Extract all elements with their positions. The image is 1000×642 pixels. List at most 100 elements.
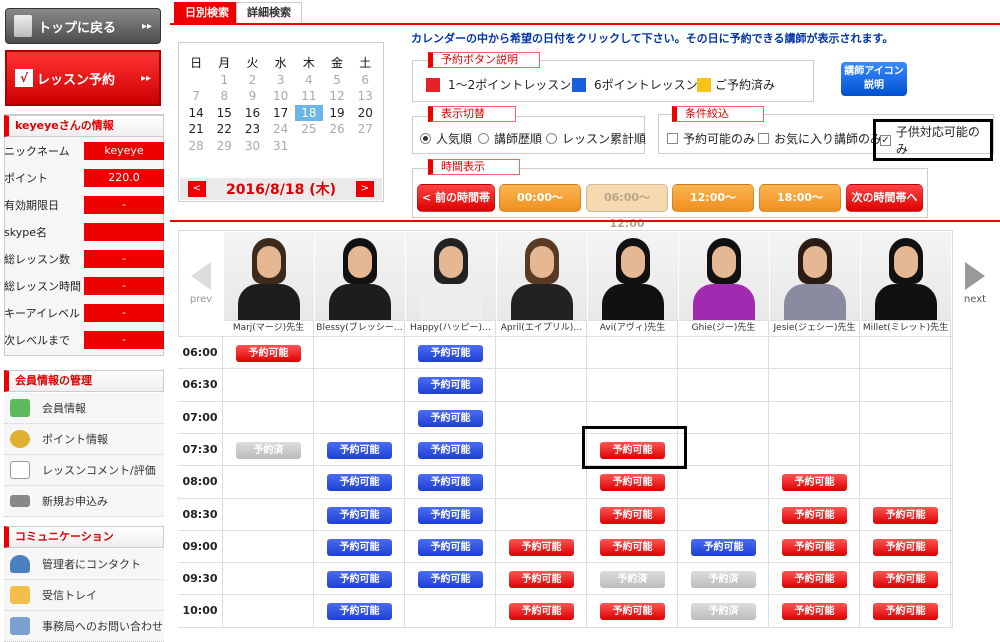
calendar-day[interactable]: 18	[294, 104, 323, 121]
reserve-button[interactable]: 予約可能	[873, 571, 938, 589]
teacher-photo[interactable]	[588, 232, 678, 320]
calendar-day[interactable]: 23	[238, 121, 266, 138]
reserve-button[interactable]: 予約可能	[873, 538, 938, 556]
reserve-button[interactable]: 予約可能	[509, 603, 574, 621]
reserve-button[interactable]: 予約可能	[600, 603, 665, 621]
sort-popular-radio[interactable]: 人気順	[420, 130, 472, 147]
calendar-day[interactable]: 22	[210, 121, 238, 138]
reserve-button[interactable]: 予約可能	[782, 571, 847, 589]
menu-inbox[interactable]: 受信トレイ	[4, 580, 164, 611]
filter-kids-only-checkbox[interactable]: ✓ 子供対応可能のみ	[873, 119, 993, 161]
menu-contact-admin[interactable]: 管理者にコンタクト	[4, 549, 164, 580]
reserve-button[interactable]: 予約可能	[782, 474, 847, 492]
teacher-card[interactable]: Millet(ミレット)先生	[861, 232, 951, 335]
menu-member-info[interactable]: 会員情報	[4, 393, 164, 424]
teacher-card[interactable]: Happy(ハッピー)…	[406, 232, 496, 335]
reserve-button[interactable]: 予約可能	[782, 603, 847, 621]
teacher-photo[interactable]	[406, 232, 496, 320]
teacher-photo[interactable]	[497, 232, 587, 320]
teacher-card[interactable]: April(エイプリル)…	[497, 232, 587, 335]
calendar-day[interactable]: 21	[182, 121, 210, 138]
calendar-day[interactable]: 16	[238, 105, 266, 122]
calendar-day[interactable]: 19	[323, 105, 351, 122]
teacher-name[interactable]: April(エイプリル)…	[497, 320, 586, 335]
timeslot-00-06-button[interactable]: 00:00～06:00	[499, 184, 581, 230]
reserve-button[interactable]: 予約可能	[600, 506, 665, 524]
reserve-button[interactable]: 予約可能	[327, 603, 392, 621]
teacher-name[interactable]: Marj(マージ)先生	[224, 320, 313, 335]
schedule-slot	[678, 498, 769, 530]
calendar-day[interactable]: 15	[210, 105, 238, 122]
teacher-name[interactable]: Millet(ミレット)先生	[861, 320, 950, 335]
teacher-photo[interactable]	[770, 232, 860, 320]
reserve-button[interactable]: 予約可能	[600, 538, 665, 556]
menu-office-inquiry[interactable]: 事務局へのお問い合わせ	[4, 611, 164, 642]
reserve-button[interactable]: 予約可能	[327, 538, 392, 556]
timeslot-06-12-button[interactable]: 06:00～12:00	[586, 184, 668, 230]
reserve-button[interactable]: 予約可能	[691, 538, 756, 556]
prev-timeslot-button[interactable]: < 前の時間帯へ	[417, 184, 495, 230]
teacher-name[interactable]: Ghie(ジー)先生	[679, 320, 768, 335]
filter-available-only-checkbox[interactable]: 予約可能のみ	[667, 130, 755, 147]
prev-teachers-button[interactable]: prev	[179, 232, 223, 318]
reserve-button[interactable]: 予約可能	[418, 571, 483, 589]
reserve-button[interactable]: 予約可能	[327, 571, 392, 589]
reserve-button[interactable]: 予約可能	[509, 571, 574, 589]
reserve-button[interactable]: 予約可能	[327, 474, 392, 492]
teacher-card[interactable]: Jesie(ジェシー)先生	[770, 232, 860, 335]
calendar-day[interactable]: 14	[182, 105, 210, 122]
teacher-card[interactable]: Ghie(ジー)先生	[679, 232, 769, 335]
legend-title: 予約ボタン説明	[428, 52, 540, 68]
reserve-button[interactable]: 予約可能	[418, 377, 483, 395]
teacher-name[interactable]: Avi(アヴィ)先生	[588, 320, 677, 335]
highlight-frame	[582, 426, 687, 469]
reserve-button[interactable]: 予約可能	[509, 538, 574, 556]
teacher-photo[interactable]	[679, 232, 769, 320]
teacher-name[interactable]: Blessy(ブレッシー…	[315, 320, 404, 335]
next-teachers-button[interactable]: next	[953, 232, 997, 318]
reserve-button[interactable]: 予約可能	[327, 506, 392, 524]
reserve-button[interactable]: 予約可能	[600, 474, 665, 492]
reserve-button[interactable]: 予約可能	[418, 441, 483, 459]
reserve-button[interactable]: 予約可能	[418, 474, 483, 492]
reserve-button[interactable]: 予約可能	[327, 441, 392, 459]
teacher-name[interactable]: Happy(ハッピー)…	[406, 320, 495, 335]
next-timeslot-button[interactable]: 次の時間帯へ >	[846, 184, 923, 230]
reserve-button[interactable]: 予約可能	[418, 506, 483, 524]
filter-favorites-only-checkbox[interactable]: お気に入り講師のみ	[758, 130, 882, 147]
sort-experience-radio[interactable]: 講師歴順	[478, 130, 542, 147]
calendar-day[interactable]: 17	[267, 105, 295, 122]
reserve-button[interactable]: 予約可能	[873, 506, 938, 524]
reserve-button[interactable]: 予約可能	[418, 345, 483, 362]
teacher-card[interactable]: Blessy(ブレッシー…	[315, 232, 405, 335]
sort-total-lessons-radio[interactable]: レッスン累計順	[546, 130, 646, 147]
teacher-card[interactable]: Marj(マージ)先生	[224, 232, 314, 335]
body-shape	[420, 284, 482, 320]
menu-lesson-comment[interactable]: レッスンコメント/評価	[4, 455, 164, 486]
reserve-button[interactable]: 予約可能	[418, 538, 483, 556]
menu-new-application[interactable]: 新規お申込み	[4, 486, 164, 517]
lesson-reservation-button[interactable]: √ レッスン予約 ▸▸	[5, 50, 161, 106]
timeslot-12-18-button[interactable]: 12:00～18:00	[672, 184, 754, 230]
calendar-prev-button[interactable]: <	[188, 181, 206, 197]
calendar-next-button[interactable]: >	[356, 181, 374, 197]
tab-detail-search[interactable]: 詳細検索	[236, 2, 302, 24]
tab-daily-search[interactable]: 日別検索	[174, 2, 240, 24]
reserve-button[interactable]: 予約可能	[418, 409, 483, 427]
timeslot-18-24-button[interactable]: 18:00～24:00	[759, 184, 841, 230]
teacher-photo[interactable]	[861, 232, 951, 320]
schedule-slot: 予約可能	[496, 563, 587, 595]
teacher-card[interactable]: Avi(アヴィ)先生	[588, 232, 678, 335]
reserve-button[interactable]: 予約可能	[236, 345, 301, 362]
reserve-button[interactable]: 予約可能	[782, 506, 847, 524]
reserve-button[interactable]: 予約可能	[873, 603, 938, 621]
calendar-day[interactable]: 20	[351, 105, 379, 122]
teacher-name[interactable]: Jesie(ジェシー)先生	[770, 320, 859, 335]
time-label: 08:00	[178, 466, 223, 498]
teacher-icon-help-button[interactable]: 講師アイコン 説明	[841, 62, 907, 96]
reserve-button[interactable]: 予約可能	[782, 538, 847, 556]
teacher-photo[interactable]	[315, 232, 405, 320]
menu-point-info[interactable]: ポイント情報	[4, 424, 164, 455]
teacher-photo[interactable]	[224, 232, 314, 320]
back-to-top-button[interactable]: トップに戻る ▸▸	[5, 8, 161, 44]
